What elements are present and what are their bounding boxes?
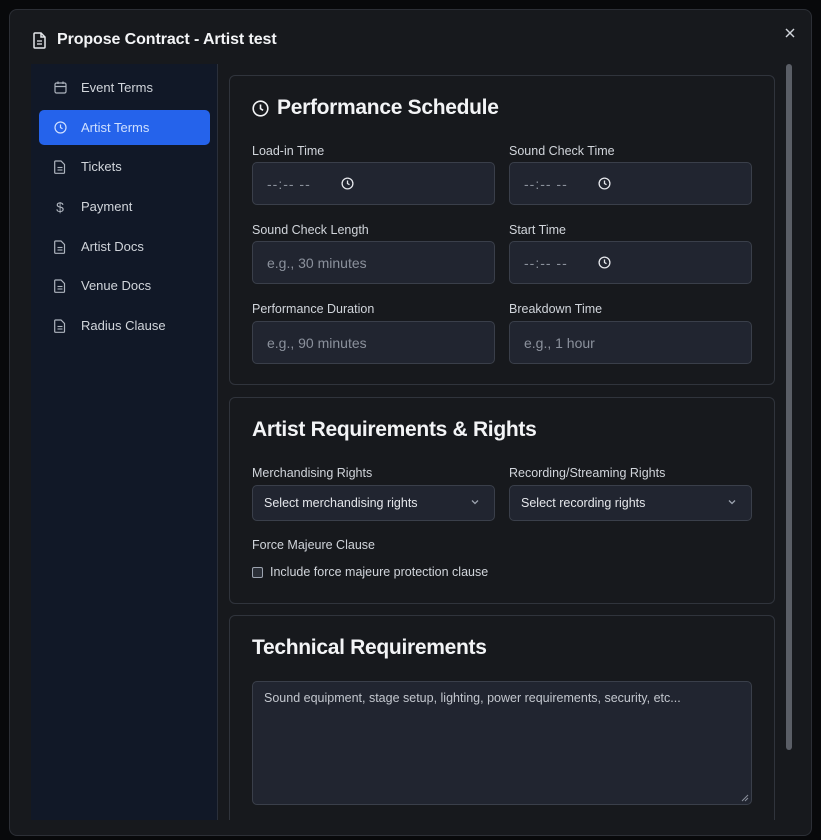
sidebar-item-label: Payment — [81, 199, 133, 214]
force-majeure-checkbox-label[interactable]: Include force majeure protection clause — [270, 565, 488, 579]
section-title: Performance Schedule — [277, 96, 499, 119]
section-title: Artist Requirements & Rights — [252, 418, 537, 441]
performance-duration-label: Performance Duration — [252, 302, 375, 316]
sidebar-item-artist-docs[interactable]: Artist Docs — [39, 229, 210, 264]
sidebar-item-tickets[interactable]: Tickets — [39, 149, 210, 184]
content-scrollbar[interactable] — [785, 64, 793, 820]
sound-check-length-input[interactable]: e.g., 30 minutes — [252, 241, 495, 284]
main-content: Performance Schedule Load-in Time --:-- … — [219, 64, 789, 820]
force-majeure-label: Force Majeure Clause — [252, 538, 375, 552]
breakdown-time-input[interactable]: e.g., 1 hour — [509, 321, 752, 364]
modal-title: Propose Contract - Artist test — [57, 31, 277, 48]
close-icon — [785, 28, 795, 38]
document-icon — [53, 159, 67, 174]
load-in-label: Load-in Time — [252, 144, 325, 158]
start-time-input[interactable]: --:-- -- — [509, 241, 752, 284]
performance-schedule-card: Performance Schedule Load-in Time --:-- … — [229, 75, 775, 385]
technical-requirements-card: Technical Requirements Sound equipment, … — [229, 615, 775, 820]
sound-check-length-label: Sound Check Length — [252, 223, 369, 237]
sidebar-nav: Event Terms Artist Terms Tickets $ Payme… — [31, 64, 218, 820]
scrollbar-thumb[interactable] — [786, 64, 792, 750]
sidebar-item-label: Radius Clause — [81, 318, 166, 333]
resize-handle-icon[interactable] — [741, 794, 749, 802]
sidebar-item-label: Tickets — [81, 159, 122, 174]
sidebar-item-label: Venue Docs — [81, 278, 152, 293]
sound-check-time-input[interactable]: --:-- -- — [509, 162, 752, 205]
technical-requirements-textarea[interactable]: Sound equipment, stage setup, lighting, … — [252, 681, 752, 805]
clock-icon[interactable] — [598, 256, 611, 269]
breakdown-time-label: Breakdown Time — [509, 302, 603, 316]
dollar-icon: $ — [56, 198, 64, 215]
document-icon — [53, 278, 67, 293]
sidebar-item-label: Artist Terms — [81, 120, 150, 135]
sidebar-item-label: Artist Docs — [81, 239, 144, 254]
sidebar-item-payment[interactable]: $ Payment — [39, 189, 210, 224]
calendar-icon — [53, 81, 67, 95]
clock-icon[interactable] — [598, 177, 611, 190]
sidebar-item-artist-terms[interactable]: Artist Terms — [39, 110, 210, 145]
clock-icon — [53, 121, 67, 135]
merchandising-rights-select[interactable]: Select merchandising rights — [252, 485, 495, 521]
start-time-label: Start Time — [509, 223, 566, 237]
merchandising-rights-label: Merchandising Rights — [252, 466, 373, 480]
modal-header: Propose Contract - Artist test — [10, 10, 811, 64]
sound-check-time-label: Sound Check Time — [509, 144, 615, 158]
document-icon — [53, 239, 67, 254]
load-in-time-input[interactable]: --:-- -- — [252, 162, 495, 205]
sidebar-item-event-terms[interactable]: Event Terms — [39, 70, 210, 105]
performance-duration-input[interactable]: e.g., 90 minutes — [252, 321, 495, 364]
sidebar-item-radius-clause[interactable]: Radius Clause — [39, 308, 210, 343]
chevron-down-icon — [728, 500, 736, 505]
document-icon — [53, 318, 67, 333]
sidebar-item-label: Event Terms — [81, 80, 154, 95]
close-button[interactable] — [779, 22, 801, 44]
chevron-down-icon — [471, 500, 479, 505]
force-majeure-checkbox[interactable] — [252, 567, 263, 578]
artist-requirements-card: Artist Requirements & Rights Merchandisi… — [229, 397, 775, 604]
section-title: Technical Requirements — [252, 636, 487, 659]
propose-contract-modal: Propose Contract - Artist test Event Ter… — [9, 9, 812, 836]
clock-icon[interactable] — [341, 177, 354, 190]
recording-rights-select[interactable]: Select recording rights — [509, 485, 752, 521]
sidebar-item-venue-docs[interactable]: Venue Docs — [39, 268, 210, 303]
document-icon — [33, 32, 46, 49]
recording-rights-label: Recording/Streaming Rights — [509, 466, 666, 480]
clock-icon — [252, 100, 269, 117]
